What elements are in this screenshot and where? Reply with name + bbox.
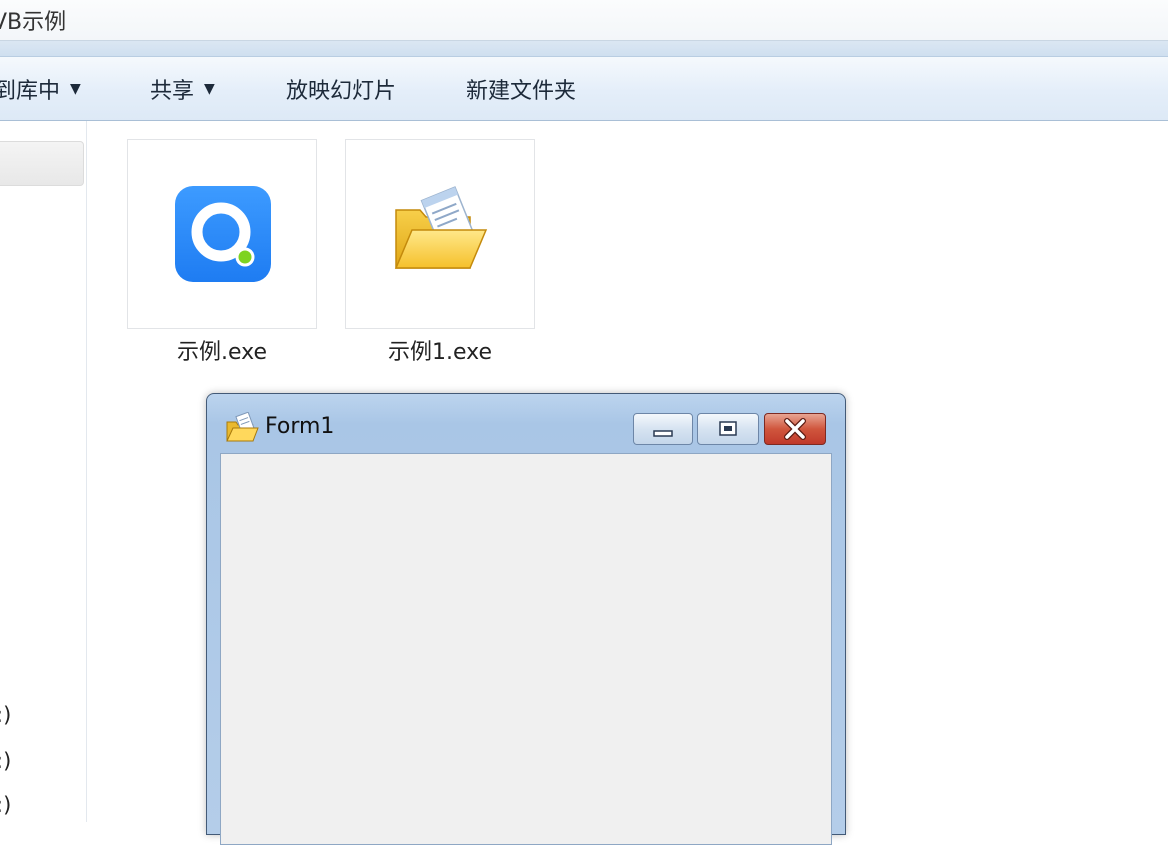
maximize-icon xyxy=(719,421,737,436)
file-name[interactable]: 示例1.exe xyxy=(340,334,540,366)
menu-band xyxy=(0,41,1168,57)
share-button[interactable]: 共享 ▼ xyxy=(150,74,215,104)
toolbar-label: 新建文件夹 xyxy=(466,79,577,104)
nav-selected-item[interactable] xyxy=(0,141,84,186)
q-app-icon xyxy=(175,186,271,282)
folder-icon xyxy=(394,186,488,269)
include-in-library-button[interactable]: 到库中 ▼ xyxy=(0,74,81,104)
file-item[interactable] xyxy=(127,139,317,329)
window-path: VB示例 xyxy=(0,10,67,35)
form-title: Form1 xyxy=(265,414,335,439)
slideshow-button[interactable]: 放映幻灯片 xyxy=(286,74,396,104)
new-folder-button[interactable]: 新建文件夹 xyxy=(466,74,576,104)
toolbar-label: 到库中 xyxy=(0,79,61,104)
nav-drive-item[interactable]: :) xyxy=(0,749,11,773)
folder-icon xyxy=(226,412,259,442)
minimize-icon xyxy=(653,430,673,437)
nav-drive-item[interactable]: :) xyxy=(0,793,11,817)
file-name[interactable]: 示例.exe xyxy=(122,334,322,366)
command-toolbar: 到库中 ▼ 共享 ▼ 放映幻灯片 新建文件夹 xyxy=(0,57,1168,121)
form-client-area[interactable] xyxy=(220,453,832,845)
navigation-pane: :) :) :) xyxy=(0,121,87,822)
toolbar-label: 共享 xyxy=(150,79,195,104)
minimize-button[interactable] xyxy=(633,413,693,445)
maximize-button[interactable] xyxy=(697,413,759,445)
file-item[interactable] xyxy=(345,139,535,329)
toolbar-label: 放映幻灯片 xyxy=(286,79,397,104)
close-button[interactable] xyxy=(764,413,826,445)
chevron-down-icon: ▼ xyxy=(70,81,81,97)
chevron-down-icon: ▼ xyxy=(204,81,215,97)
close-icon xyxy=(784,418,806,440)
nav-drive-item[interactable]: :) xyxy=(0,703,11,727)
address-bar[interactable]: VB示例 xyxy=(0,0,1168,41)
form1-window[interactable]: Form1 xyxy=(206,393,846,845)
